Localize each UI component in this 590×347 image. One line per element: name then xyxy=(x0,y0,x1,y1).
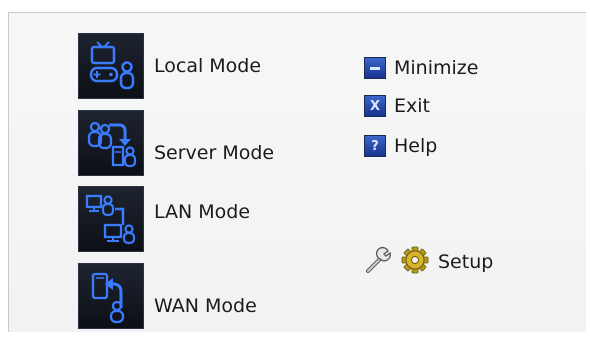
minimize-label: Minimize xyxy=(394,57,479,79)
help-button[interactable]: ? Help xyxy=(364,135,437,157)
wan-mode-icon xyxy=(78,263,144,329)
local-mode-button[interactable]: Local Mode xyxy=(78,33,261,99)
help-label: Help xyxy=(394,135,438,157)
minimize-bar xyxy=(370,66,380,70)
setup-label: Setup xyxy=(438,251,494,273)
lan-mode-icon xyxy=(78,186,144,252)
wrench-icon xyxy=(364,245,394,279)
minimize-button[interactable]: Minimize xyxy=(364,57,478,79)
exit-button[interactable]: X Exit xyxy=(364,95,430,117)
lan-mode-label: LAN Mode xyxy=(154,201,251,223)
setup-button[interactable]: Setup xyxy=(364,245,493,279)
help-icon: ? xyxy=(364,135,386,157)
wan-mode-button[interactable]: WAN Mode xyxy=(78,263,257,329)
local-mode-label: Local Mode xyxy=(154,55,262,77)
local-mode-icon xyxy=(78,33,144,99)
server-mode-button[interactable]: Server Mode xyxy=(78,110,274,176)
server-mode-icon xyxy=(78,110,144,176)
minimize-icon xyxy=(364,57,386,79)
gear-icon xyxy=(400,245,430,279)
close-icon: X xyxy=(364,95,386,117)
exit-label: Exit xyxy=(394,95,430,117)
wan-mode-label: WAN Mode xyxy=(154,295,257,317)
lan-mode-button[interactable]: LAN Mode xyxy=(78,186,250,252)
server-mode-label: Server Mode xyxy=(154,142,275,164)
